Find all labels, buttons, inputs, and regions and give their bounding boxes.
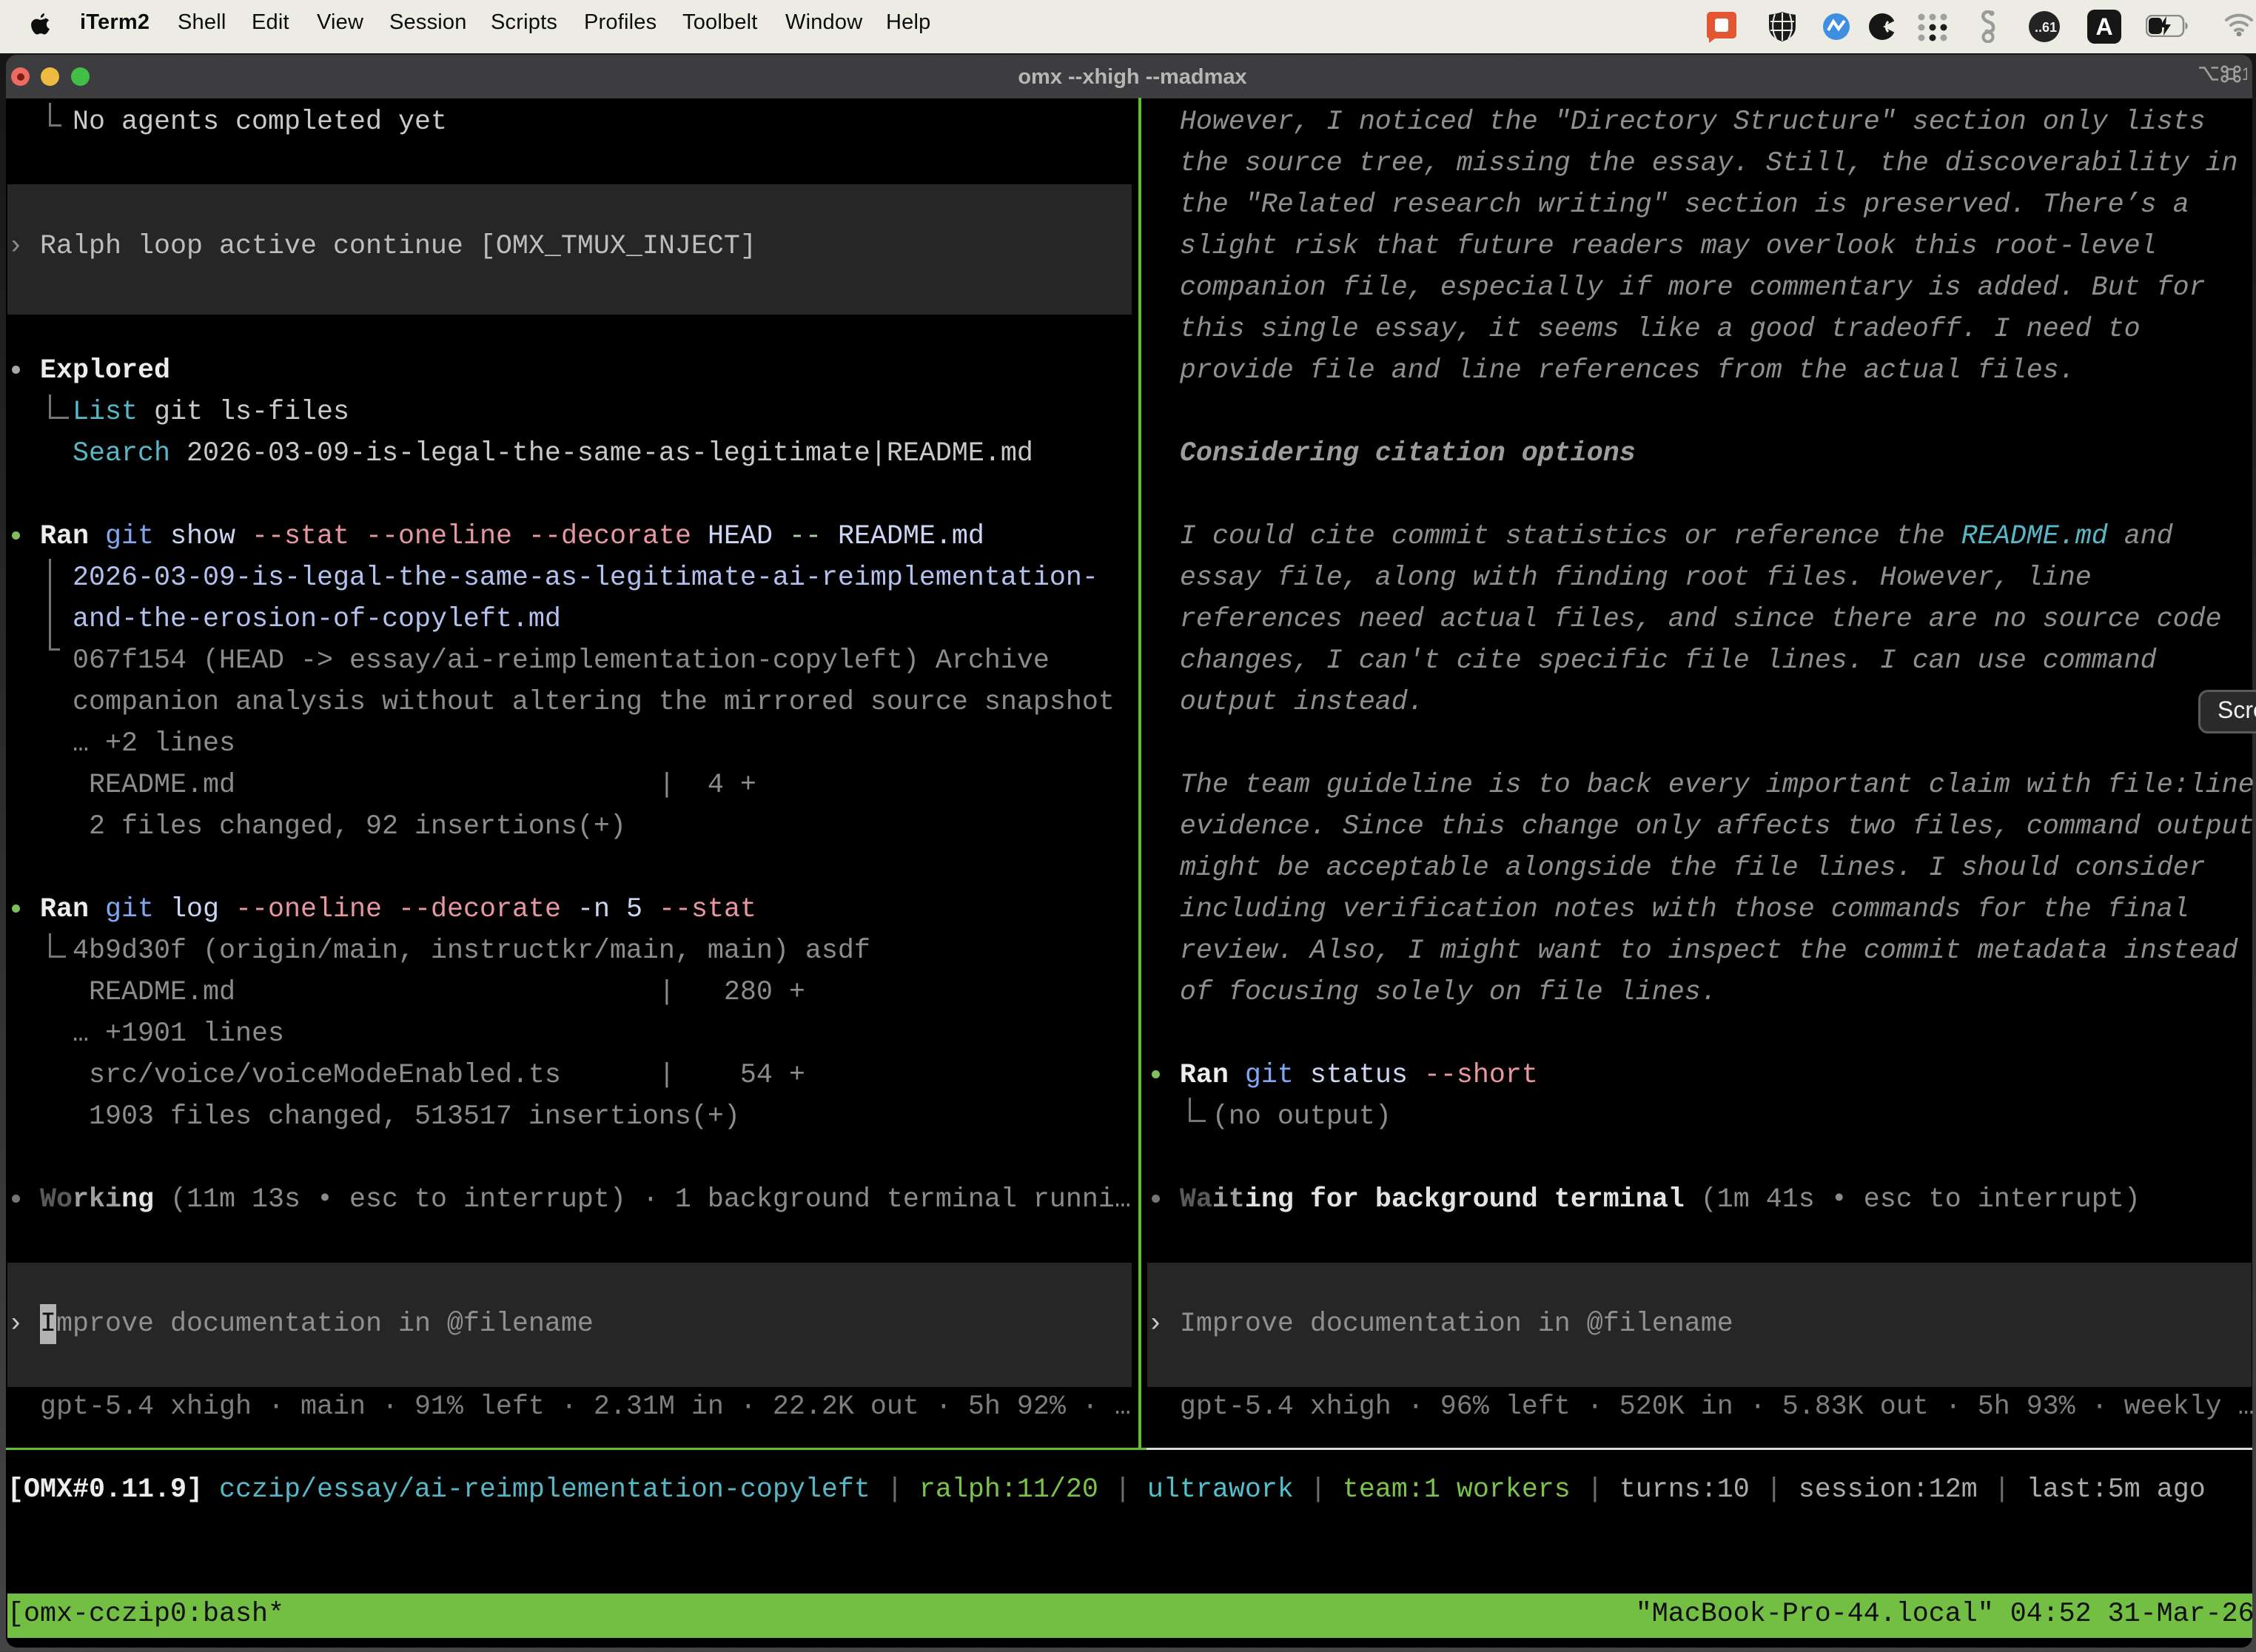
svg-text:..61: ..61 [2035, 20, 2057, 35]
svg-text:1: 1 [2242, 65, 2248, 83]
